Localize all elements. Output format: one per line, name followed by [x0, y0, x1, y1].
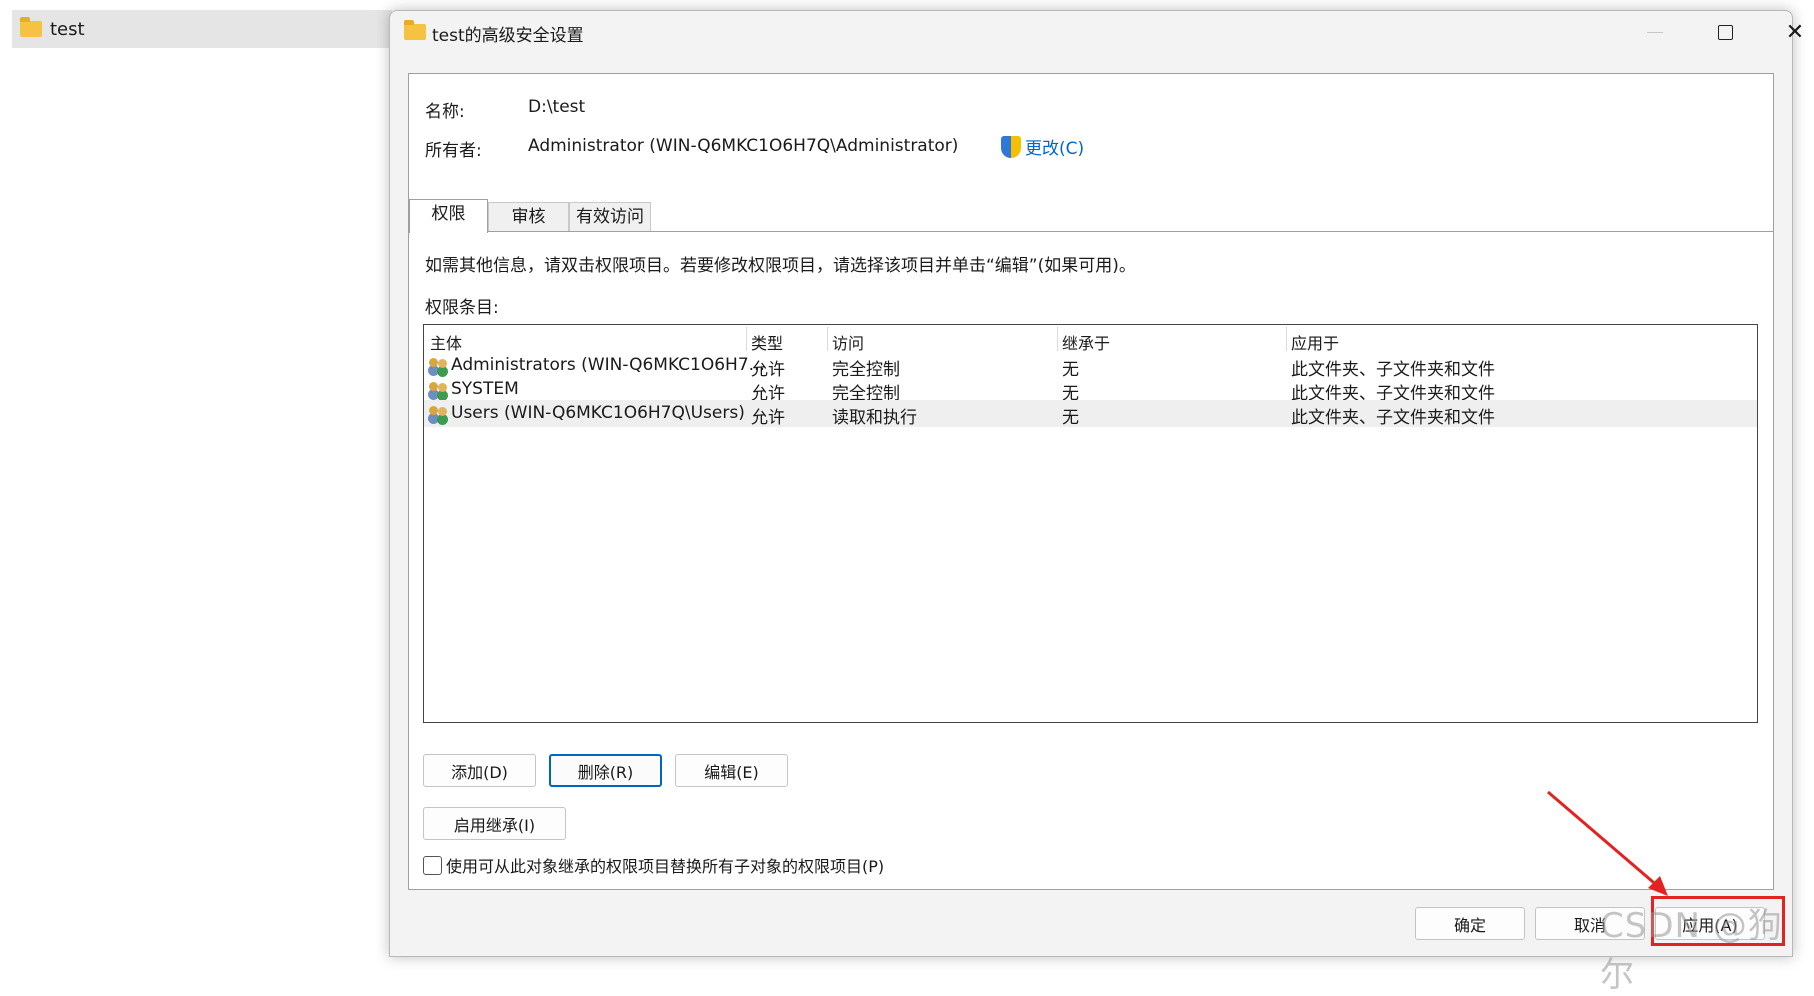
users-icon: [429, 405, 449, 423]
column-applies-to[interactable]: 应用于: [1291, 330, 1339, 354]
table-row[interactable]: SYSTEM 允许 完全控制 无 此文件夹、子文件夹和文件: [424, 376, 1757, 404]
annotation-arrow: [1547, 790, 1668, 896]
replace-child-permissions-checkbox[interactable]: [423, 855, 442, 875]
edit-button[interactable]: 编辑(E): [675, 754, 788, 787]
column-separator[interactable]: [1057, 327, 1058, 351]
name-value: D:\test: [528, 97, 586, 117]
cell-principal: Administrators (WIN-Q6MKC1O6H7...: [451, 355, 765, 375]
owner-value: Administrator (WIN-Q6MKC1O6H7Q\Administr…: [528, 136, 959, 156]
table-row[interactable]: Users (WIN-Q6MKC1O6H7Q\Users) 允许 读取和执行 无…: [424, 400, 1757, 428]
column-inherited-from[interactable]: 继承于: [1062, 330, 1110, 354]
users-icon: [429, 381, 449, 399]
column-type[interactable]: 类型: [751, 330, 783, 354]
column-separator[interactable]: [1286, 327, 1287, 351]
folder-icon: [404, 20, 426, 40]
remove-button[interactable]: 删除(R): [549, 754, 662, 787]
change-owner-link[interactable]: 更改(C): [1001, 134, 1084, 159]
column-separator[interactable]: [827, 327, 828, 351]
uac-shield-icon: [1001, 135, 1021, 158]
ok-button[interactable]: 确定: [1415, 907, 1525, 940]
title-bar[interactable]: test的高级安全设置 ✕: [390, 11, 1804, 53]
cell-principal: Users (WIN-Q6MKC1O6H7Q\Users): [451, 403, 745, 423]
close-icon: ✕: [1785, 19, 1805, 45]
permission-entries-label: 权限条目:: [425, 298, 499, 318]
add-button[interactable]: 添加(D): [423, 754, 536, 787]
tab-auditing[interactable]: 审核: [488, 202, 569, 231]
permission-entries-list[interactable]: 主体 类型 访问 继承于 应用于 Administrators (WIN-Q6M…: [423, 324, 1758, 723]
owner-label: 所有者:: [425, 141, 482, 161]
maximize-button[interactable]: [1690, 11, 1760, 53]
minimize-icon: [1647, 31, 1663, 33]
change-owner-label: 更改(C): [1025, 139, 1085, 159]
folder-icon: [20, 17, 42, 37]
explorer-folder-label: test: [50, 18, 85, 40]
window-title: test的高级安全设置: [432, 26, 584, 46]
maximize-icon: [1717, 24, 1733, 40]
list-header: 主体 类型 访问 继承于 应用于: [424, 325, 1757, 353]
tab-effective-access[interactable]: 有效访问: [569, 202, 651, 231]
cell-inherited-from: 无: [1062, 408, 1079, 428]
tab-permissions[interactable]: 权限: [409, 199, 488, 233]
column-access[interactable]: 访问: [832, 330, 864, 354]
explorer-folder-item[interactable]: test: [12, 10, 392, 48]
table-row[interactable]: Administrators (WIN-Q6MKC1O6H7... 允许 完全控…: [424, 352, 1757, 380]
close-button[interactable]: ✕: [1760, 11, 1814, 53]
users-icon: [429, 357, 449, 375]
replace-child-permissions-option[interactable]: 使用可从此对象继承的权限项目替换所有子对象的权限项目(P): [423, 853, 884, 877]
name-label: 名称:: [425, 102, 465, 122]
cell-access: 读取和执行: [832, 408, 917, 428]
watermark: CSDN @狗尔: [1600, 906, 1783, 995]
tab-bar: 权限 审核 有效访问: [409, 199, 1773, 233]
column-principal[interactable]: 主体: [430, 330, 462, 354]
replace-child-permissions-label: 使用可从此对象继承的权限项目替换所有子对象的权限项目(P): [446, 857, 885, 876]
enable-inheritance-button[interactable]: 启用继承(I): [423, 807, 566, 840]
security-panel: 名称: D:\test 所有者: Administrator (WIN-Q6MK…: [408, 73, 1774, 890]
cell-type: 允许: [751, 408, 785, 428]
cell-principal: SYSTEM: [451, 379, 519, 399]
instruction-text: 如需其他信息，请双击权限项目。若要修改权限项目，请选择该项目并单击“编辑”(如果…: [425, 256, 1136, 276]
cell-applies-to: 此文件夹、子文件夹和文件: [1291, 408, 1495, 428]
minimize-button[interactable]: [1620, 11, 1690, 53]
column-separator[interactable]: [746, 327, 747, 351]
